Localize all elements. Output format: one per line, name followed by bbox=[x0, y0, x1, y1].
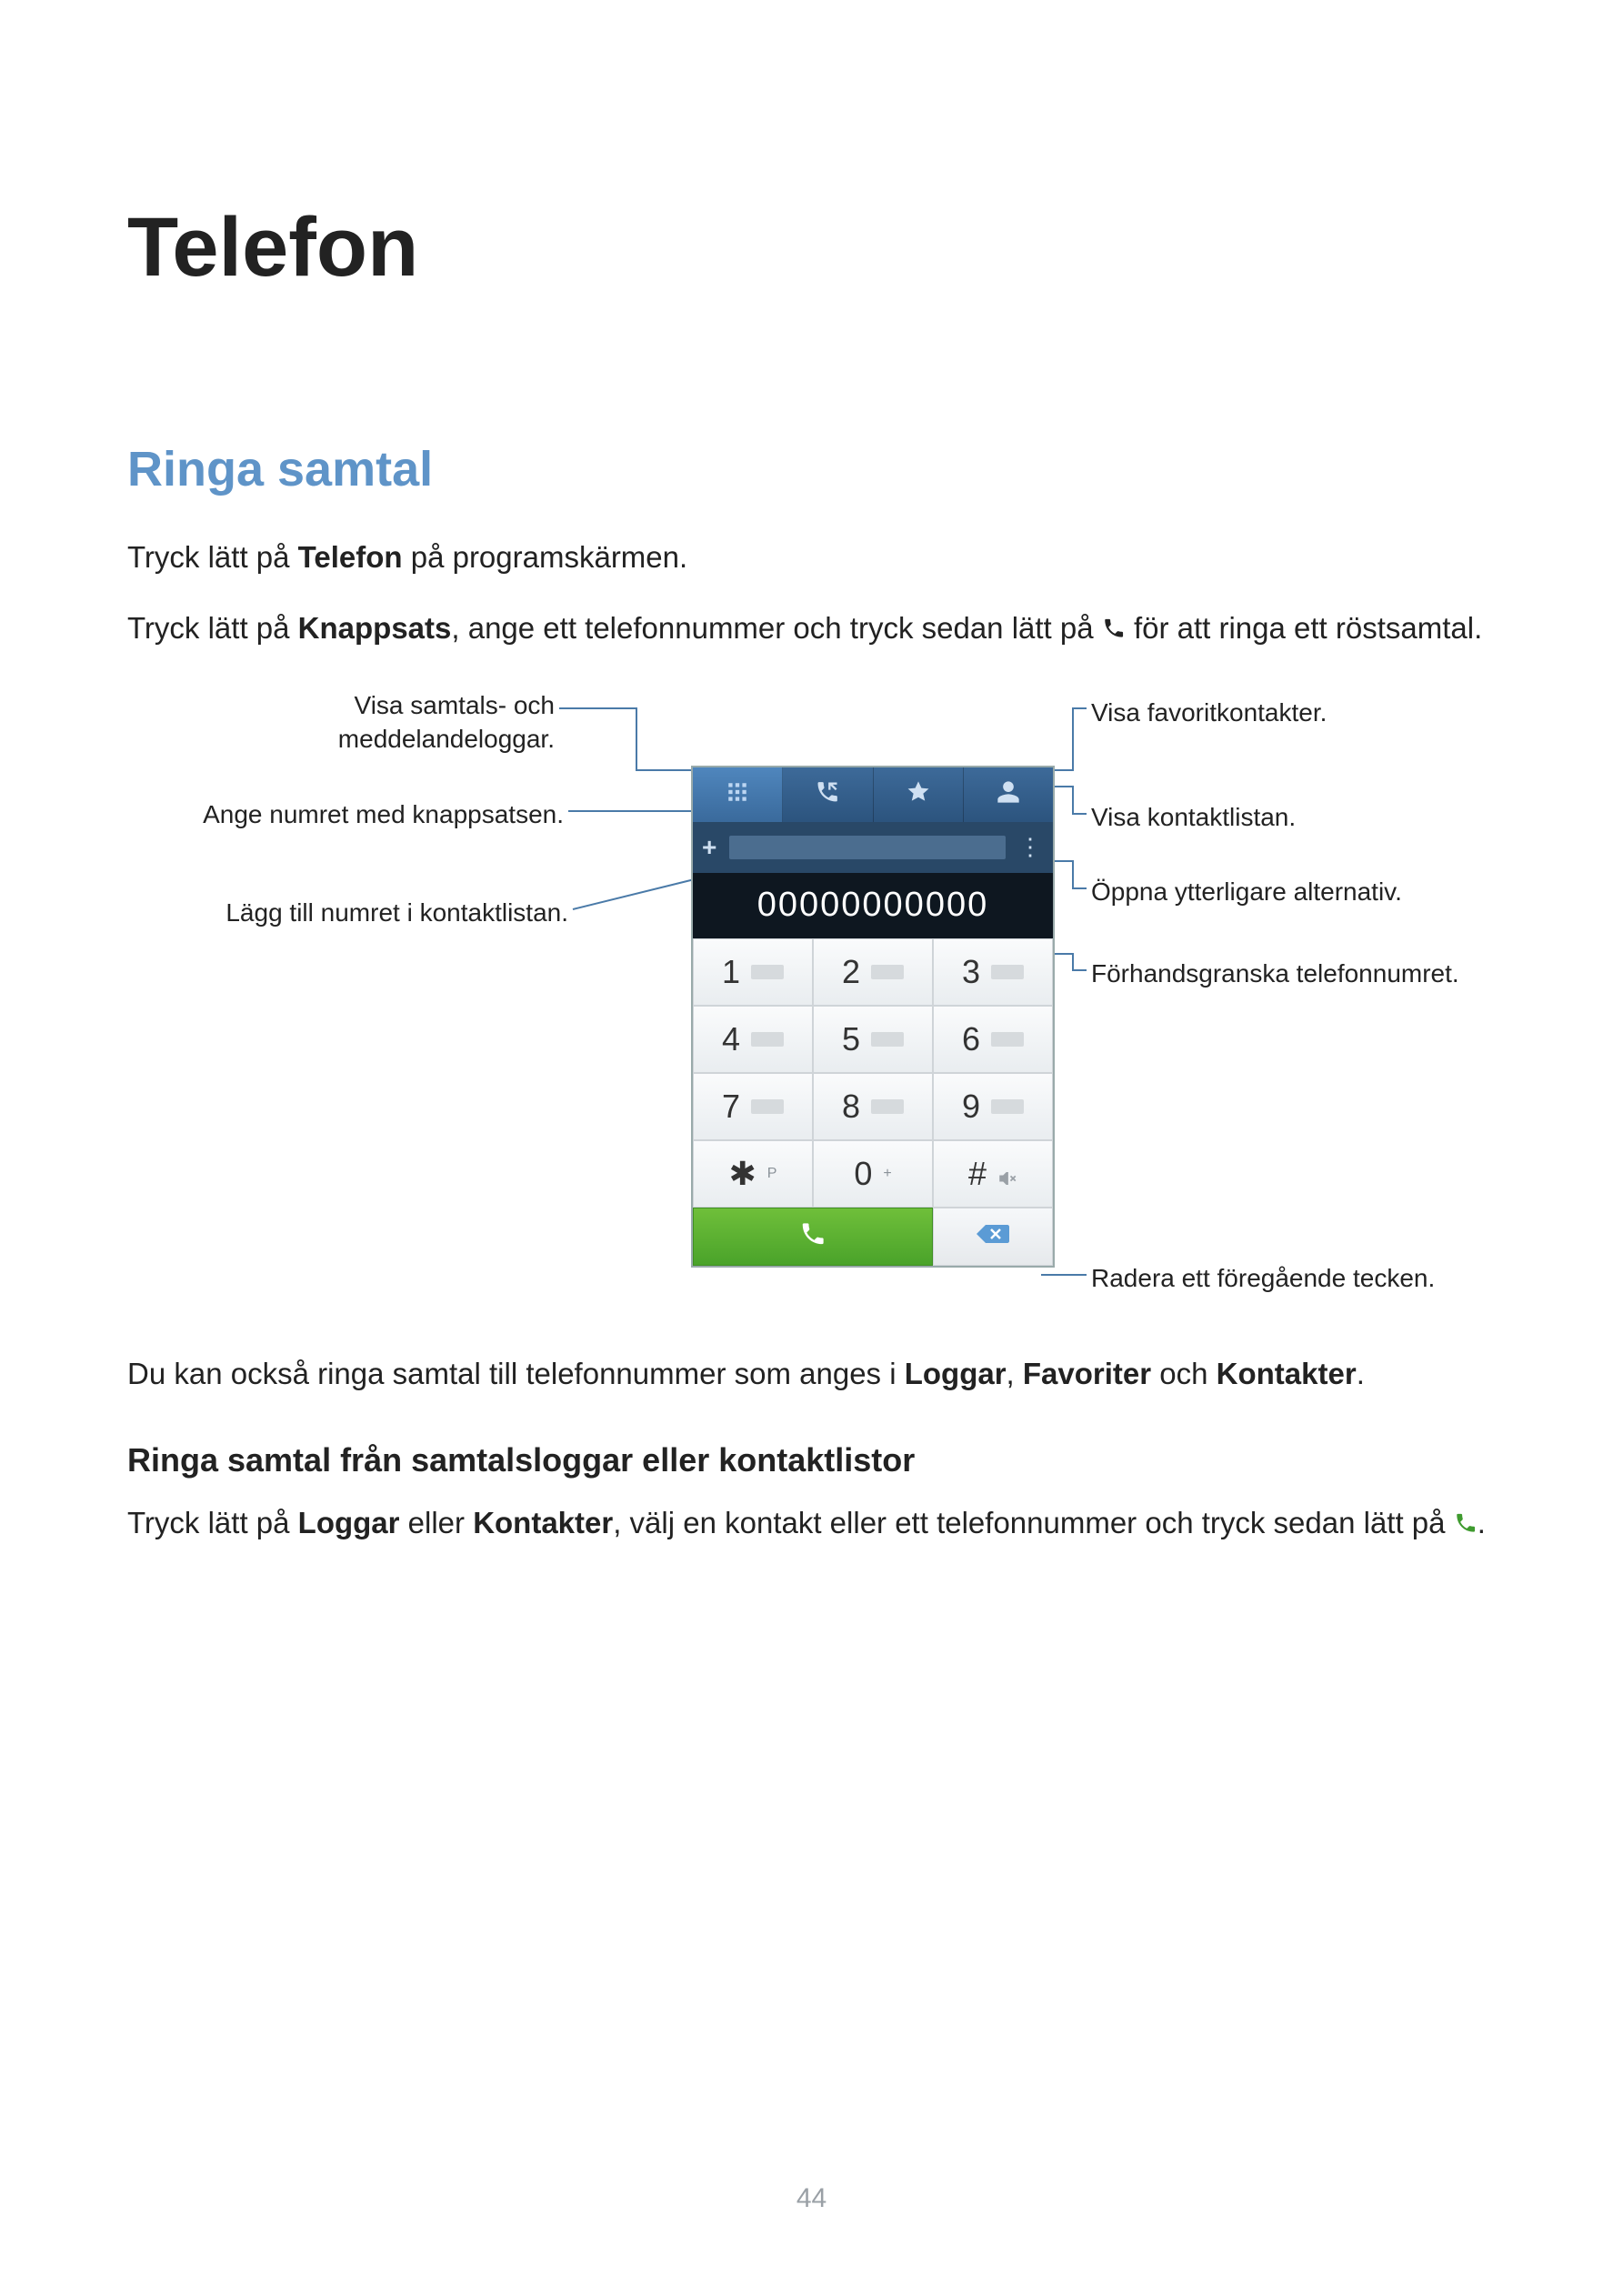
paragraph-1: Tryck lätt på Telefon på programskärmen. bbox=[127, 536, 1496, 579]
tab-logs[interactable] bbox=[783, 767, 873, 822]
key-3[interactable]: 3 bbox=[933, 938, 1053, 1006]
phone-diagram: Visa samtals- och meddelandeloggar. Ange… bbox=[127, 679, 1496, 1352]
key-9[interactable]: 9 bbox=[933, 1073, 1053, 1140]
phone-ui-mock: + ⋮ 00000000000 1 2 3 4 5 6 7 8 9 ✱P 0+ … bbox=[691, 766, 1055, 1268]
key-7[interactable]: 7 bbox=[693, 1073, 813, 1140]
callout-delete: Radera ett föregående tecken. bbox=[1091, 1261, 1435, 1296]
callout-keypad: Ange numret med knappsatsen. bbox=[127, 797, 564, 832]
text: , ange ett telefonnummer och tryck sedan… bbox=[451, 611, 1101, 645]
paragraph-3: Du kan också ringa samtal till telefonnu… bbox=[127, 1352, 1496, 1396]
callout-add: Lägg till numret i kontaktlistan. bbox=[127, 896, 568, 930]
phone-green-icon bbox=[1454, 1503, 1478, 1547]
callout-preview: Förhandsgranska telefonnumret. bbox=[1091, 957, 1459, 991]
sub-heading: Ringa samtal från samtalsloggar eller ko… bbox=[127, 1441, 1496, 1479]
paragraph-2: Tryck lätt på Knappsats, ange ett telefo… bbox=[127, 607, 1496, 652]
key-1[interactable]: 1 bbox=[693, 938, 813, 1006]
callout-logs: Visa samtals- och meddelandeloggar. bbox=[127, 688, 555, 757]
number-display: 00000000000 bbox=[693, 873, 1053, 938]
keypad-icon bbox=[726, 780, 749, 808]
mute-icon bbox=[997, 1155, 1017, 1193]
key-4[interactable]: 4 bbox=[693, 1006, 813, 1073]
add-contact-button[interactable]: + bbox=[702, 833, 716, 862]
page-number: 44 bbox=[0, 2183, 1623, 2214]
person-icon bbox=[996, 779, 1021, 809]
tab-contacts[interactable] bbox=[964, 767, 1053, 822]
bold-knappsats: Knappsats bbox=[298, 611, 452, 645]
section-heading: Ringa samtal bbox=[127, 441, 1496, 497]
contact-name-blur bbox=[729, 836, 1006, 859]
key-star[interactable]: ✱P bbox=[693, 1140, 813, 1208]
call-button[interactable] bbox=[693, 1208, 933, 1266]
paragraph-4: Tryck lätt på Loggar eller Kontakter, vä… bbox=[127, 1501, 1496, 1547]
more-options-button[interactable]: ⋮ bbox=[1018, 833, 1044, 861]
text: Tryck lätt på bbox=[127, 540, 298, 574]
text: på programskärmen. bbox=[403, 540, 688, 574]
backspace-icon bbox=[975, 1223, 1011, 1249]
phone-icon bbox=[799, 1220, 827, 1252]
logs-icon bbox=[815, 779, 840, 809]
key-5[interactable]: 5 bbox=[813, 1006, 933, 1073]
key-2[interactable]: 2 bbox=[813, 938, 933, 1006]
key-8[interactable]: 8 bbox=[813, 1073, 933, 1140]
key-hash[interactable]: # bbox=[933, 1140, 1053, 1208]
callout-more: Öppna ytterligare alternativ. bbox=[1091, 875, 1402, 909]
key-0[interactable]: 0+ bbox=[813, 1140, 933, 1208]
text: för att ringa ett röstsamtal. bbox=[1126, 611, 1483, 645]
tab-keypad[interactable] bbox=[693, 767, 783, 822]
keypad: 1 2 3 4 5 6 7 8 9 ✱P 0+ # bbox=[693, 938, 1053, 1208]
tab-favorites[interactable] bbox=[874, 767, 964, 822]
star-icon bbox=[906, 779, 931, 809]
text: Tryck lätt på bbox=[127, 611, 298, 645]
key-6[interactable]: 6 bbox=[933, 1006, 1053, 1073]
phone-icon bbox=[1102, 608, 1126, 652]
backspace-button[interactable] bbox=[933, 1208, 1053, 1266]
callout-contacts: Visa kontaktlistan. bbox=[1091, 800, 1296, 835]
page-title: Telefon bbox=[127, 200, 1496, 296]
callout-fav: Visa favoritkontakter. bbox=[1091, 696, 1327, 730]
bold-telefon: Telefon bbox=[298, 540, 403, 574]
